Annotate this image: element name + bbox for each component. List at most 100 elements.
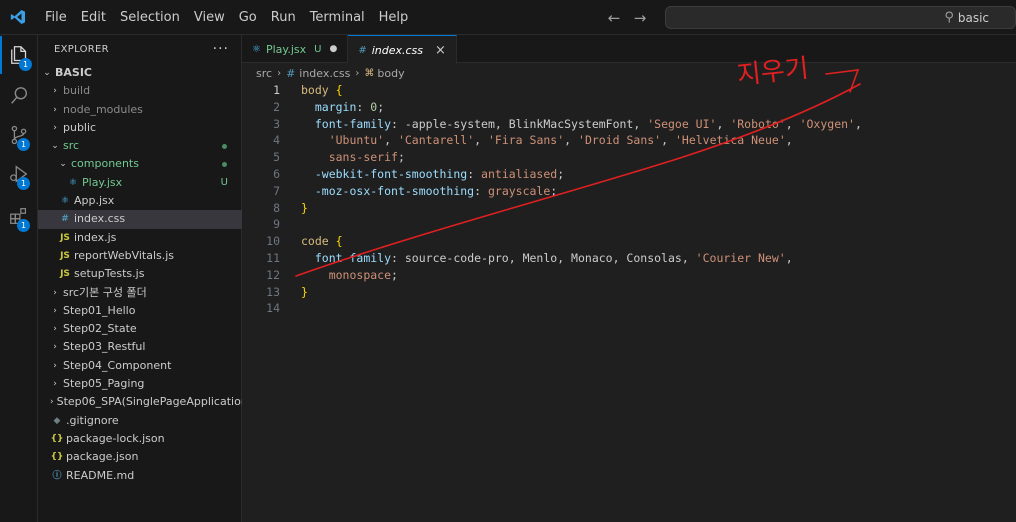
tree-item-label: index.js (74, 230, 117, 244)
vscode-logo-icon (2, 0, 34, 35)
tree-item[interactable]: › Step01_Hello (38, 302, 242, 320)
changes-dot-icon (222, 162, 227, 168)
code-token: 'Ubuntu' (328, 133, 385, 148)
tab-label: Play.jsx (265, 42, 307, 56)
tree-item-label: src기본 구성 폴더 (63, 285, 147, 299)
breadcrumb-item[interactable]: src (256, 67, 272, 80)
chevron-right-icon: › (53, 104, 57, 115)
tree-item[interactable]: JS setupTests.js (38, 265, 242, 283)
modified-dot-icon[interactable]: ● (329, 44, 337, 54)
tab-play-jsx[interactable]: ⚛ Play.jsx U ● (242, 35, 349, 63)
menu-item[interactable]: Selection (113, 0, 187, 35)
tree-item[interactable]: › Step02_State (38, 320, 242, 338)
explorer-icon[interactable]: 1 (0, 36, 38, 74)
code-token: , (384, 133, 398, 148)
code-text: margin: 0; (301, 99, 384, 116)
code-token: { (335, 83, 343, 97)
tree-item-label: setupTests.js (74, 267, 145, 281)
code-token: monospace (328, 267, 392, 282)
menu-item[interactable]: Help (372, 0, 416, 35)
code-token: ; (397, 150, 405, 165)
code-editor[interactable]: 1 body {2 margin: 0; 3 font-family: -apple… (242, 82, 1016, 522)
line-number: 8 (273, 200, 280, 215)
extensions-icon[interactable]: 1 (0, 197, 38, 235)
tree-item-label: build (63, 84, 91, 98)
code-token: body (301, 83, 336, 97)
menu-item[interactable]: Terminal (303, 0, 372, 35)
menu-item[interactable]: Run (264, 0, 303, 35)
chevron-down-icon: ⌄ (51, 141, 59, 152)
tree-item[interactable]: JS reportWebVitals.js (38, 247, 242, 265)
line-number: 13 (266, 284, 280, 299)
menu-item[interactable]: Edit (74, 0, 113, 35)
tree-item[interactable]: ⓘ README.md (38, 467, 242, 485)
code-token: 'Helvetica Neue' (674, 133, 786, 148)
source-control-icon[interactable]: 1 (0, 116, 38, 154)
tree-item[interactable]: › Step06_SPA(SinglePageApplication) (38, 393, 252, 411)
file-tree: ⌄ BASIC › build › node_modules › public ⌄ src ⌄ com… (38, 64, 252, 485)
arrow-right-icon[interactable]: → (632, 9, 648, 27)
code-line: 1 body { (242, 82, 1016, 99)
tree-item-label: Step06_SPA(SinglePageApplication) (56, 395, 253, 409)
run-debug-icon[interactable]: 1 (0, 155, 38, 193)
code-token: 'Roboto' (730, 116, 786, 131)
tree-item[interactable]: › Step03_Restful (38, 338, 242, 356)
code-text: body { (301, 82, 343, 99)
code-line: 2 margin: 0; (242, 99, 1016, 116)
close-icon[interactable]: × (435, 43, 446, 58)
tree-item[interactable]: › Step04_Component (38, 357, 242, 375)
file-type-icon: ⚛ (68, 177, 78, 188)
code-text: -moz-osx-font-smoothing: grayscale; (301, 183, 557, 200)
code-line: 5 sans-serif; (242, 149, 1016, 166)
file-type-icon: ◆ (53, 415, 61, 426)
tree-item[interactable]: ⌄ components (38, 155, 242, 173)
code-token: : -apple-system, BlinkMacSystemFont, (391, 116, 648, 131)
code-text: 'Ubuntu', 'Cantarell', 'Fira Sans', 'Dro… (301, 132, 793, 149)
breadcrumb-item[interactable]: body (377, 67, 404, 80)
tree-item-label: Play.jsx (82, 175, 123, 189)
tree-item[interactable]: # index.css (38, 210, 242, 229)
menu-item[interactable]: Go (232, 0, 264, 35)
tree-item[interactable]: › Step05_Paging (38, 375, 242, 393)
chevron-right-icon: › (53, 342, 57, 353)
code-token: ; (391, 267, 398, 282)
menu-item[interactable]: View (187, 0, 232, 35)
code-token: , (716, 116, 731, 131)
line-number: 14 (266, 301, 280, 316)
code-text: -webkit-font-smoothing: antialiased; (301, 166, 564, 183)
explorer-sidebar: EXPLORER ··· ⌄ BASIC › build › node_modules › p… (38, 35, 252, 522)
code-token: } (301, 200, 308, 215)
tree-item-label: reportWebVitals.js (74, 248, 175, 262)
tree-item[interactable]: ⚛ Play.jsx U (38, 174, 242, 192)
tree-item[interactable]: › node_modules (38, 101, 242, 119)
more-actions-icon[interactable]: ··· (213, 41, 229, 57)
tab-index-css[interactable]: # index.css × (348, 35, 457, 64)
editor-tabs: ⚛ Play.jsx U ● # index.css × (242, 35, 1016, 64)
breadcrumb-item[interactable]: index.css (299, 67, 350, 80)
css-icon: # (358, 44, 367, 56)
tree-item-label: Step05_Paging (63, 377, 145, 391)
tree-item-label: Step02_State (63, 322, 137, 336)
tree-item[interactable]: › public (38, 119, 242, 137)
chevron-right-icon: › (53, 122, 57, 133)
file-type-icon: {} (50, 452, 64, 463)
tree-item-label: Step01_Hello (63, 303, 136, 317)
tree-item[interactable]: › src기본 구성 폴더 (38, 284, 242, 302)
tree-item[interactable]: {} package.json (38, 448, 242, 466)
tree-item[interactable]: ⚛ App.jsx (38, 192, 242, 210)
command-center-search[interactable]: ⚲ basic (665, 6, 1016, 29)
react-icon: ⚛ (252, 43, 261, 55)
search-activity-icon[interactable] (0, 77, 38, 115)
tree-item[interactable]: JS index.js (38, 229, 242, 247)
menu-item[interactable]: File (38, 0, 74, 35)
tree-item[interactable]: ⌄ src (38, 137, 242, 155)
tree-item[interactable]: {} package-lock.json (38, 430, 242, 448)
arrow-left-icon[interactable]: ← (606, 9, 622, 27)
tree-item[interactable]: ◆ .gitignore (38, 412, 242, 430)
tree-root[interactable]: ⌄ BASIC (38, 64, 242, 82)
tree-item-label: Step04_Component (63, 358, 172, 372)
untracked-mark: U (220, 176, 228, 188)
tree-item[interactable]: › build (38, 82, 242, 100)
search-icon: ⚲ (944, 10, 954, 25)
